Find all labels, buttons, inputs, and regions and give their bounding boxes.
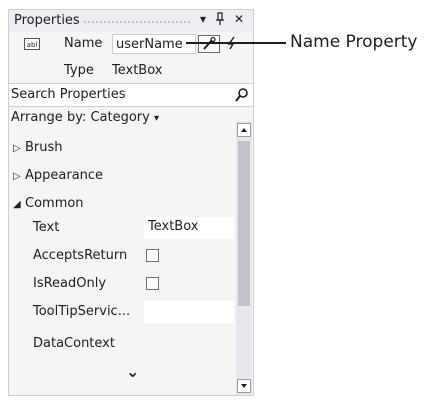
vertical-scrollbar[interactable] [236, 121, 252, 395]
scroll-down-button[interactable] [237, 379, 251, 393]
property-label-tooltipservice: ToolTipServic... [33, 304, 131, 319]
search-icon[interactable] [235, 87, 249, 103]
window-position-dropdown-icon[interactable]: ▾ [195, 12, 211, 30]
pin-icon[interactable] [212, 12, 228, 30]
arrow-up-icon [241, 128, 247, 132]
category-label: Appearance [25, 168, 104, 183]
property-value-text[interactable]: TextBox [144, 217, 234, 239]
drag-grip[interactable] [83, 20, 191, 24]
category-label: Common [25, 196, 84, 211]
acceptsreturn-checkbox[interactable] [146, 249, 159, 262]
scroll-up-button[interactable] [237, 123, 251, 137]
type-row: Type TextBox [9, 60, 253, 82]
property-label-acceptsreturn: AcceptsReturn [33, 248, 128, 263]
property-value: TextBox [148, 219, 199, 234]
type-value: TextBox [112, 63, 163, 78]
panel-title: Properties [14, 13, 80, 28]
expand-triangle-icon[interactable]: ▷ [13, 137, 25, 161]
arrow-down-icon [241, 384, 247, 388]
property-label-datacontext: DataContext [33, 336, 115, 351]
callout-line [186, 42, 286, 44]
name-input[interactable] [112, 34, 196, 54]
category-common[interactable]: ◢ Common [13, 192, 84, 216]
expand-triangle-icon[interactable]: ▷ [13, 165, 25, 189]
property-label-text: Text [33, 220, 60, 235]
search-properties-box[interactable]: Search Properties [9, 83, 253, 107]
property-list: ▷ Brush ▷ Appearance ◢ Common Text TextBox … [9, 106, 237, 396]
properties-mode-button[interactable] [198, 35, 220, 53]
callout-label: Name Property [290, 32, 418, 52]
panel-titlebar[interactable]: Properties ▾ ✕ [9, 10, 253, 32]
close-icon[interactable]: ✕ [231, 12, 247, 30]
wrench-icon [203, 36, 216, 50]
category-appearance[interactable]: ▷ Appearance [13, 164, 103, 188]
textbox-type-icon: abl [24, 38, 40, 50]
category-brush[interactable]: ▷ Brush [13, 136, 63, 160]
isreadonly-checkbox[interactable] [146, 277, 159, 290]
tooltipservice-value[interactable] [144, 301, 234, 323]
property-label-isreadonly: IsReadOnly [33, 276, 107, 291]
show-more-chevron-icon[interactable]: ⌄ [126, 362, 139, 381]
type-label: Type [64, 63, 94, 78]
name-row: abl Name [9, 32, 253, 58]
search-input[interactable]: Search Properties [11, 87, 126, 102]
name-label: Name [64, 36, 103, 51]
collapse-triangle-icon[interactable]: ◢ [13, 193, 25, 217]
properties-panel: Properties ▾ ✕ abl Name Type TextBox Sea… [8, 9, 254, 396]
scrollbar-thumb[interactable] [238, 141, 250, 306]
category-label: Brush [25, 140, 63, 155]
events-mode-button[interactable] [222, 35, 244, 53]
